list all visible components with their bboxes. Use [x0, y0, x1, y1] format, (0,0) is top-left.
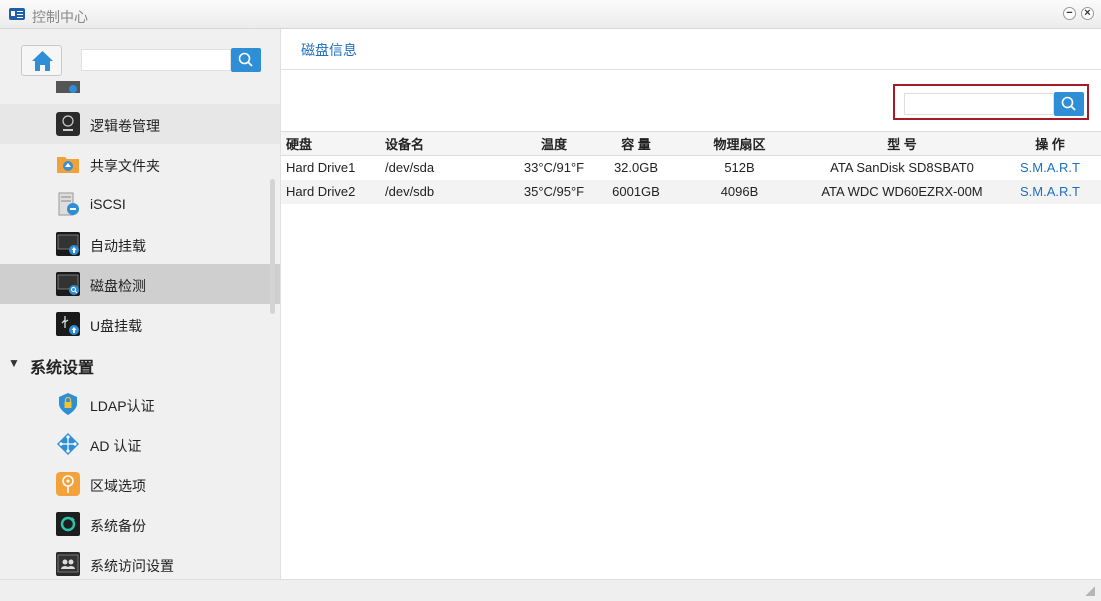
page-title: 磁盘信息 — [301, 42, 357, 58]
disk-table: 硬盘 设备名 温度 容 量 物理扇区 型 号 操 作 Hard Drive1 /… — [281, 131, 1101, 204]
sidebar-item-shared-folder[interactable]: 共享文件夹 — [0, 144, 280, 184]
sidebar-item-label: U盘挂载 — [90, 318, 143, 334]
region-location-icon — [56, 472, 80, 496]
cell-sector: 512B — [724, 160, 755, 176]
table-header-row: 硬盘 设备名 温度 容 量 物理扇区 型 号 操 作 — [281, 131, 1101, 156]
auto-mount-icon — [56, 232, 80, 256]
sidebar-group-label: 系统设置 — [30, 360, 95, 377]
sidebar-search-input[interactable] — [81, 49, 231, 71]
resize-grip-icon[interactable] — [1085, 586, 1095, 596]
system-backup-icon — [56, 512, 80, 536]
sidebar-item-label: 逻辑卷管理 — [90, 118, 160, 134]
column-header-temperature[interactable]: 温度 — [510, 131, 598, 156]
cell-capacity: 6001GB — [598, 179, 674, 204]
sidebar-item-label: AD 认证 — [90, 438, 142, 454]
column-header-disk[interactable]: 硬盘 — [281, 131, 380, 156]
sidebar-item-label: 共享文件夹 — [90, 158, 160, 174]
search-icon — [238, 52, 253, 67]
cell-model: ATA SanDisk SD8SBAT0 — [830, 160, 974, 176]
table-row[interactable]: Hard Drive1 /dev/sda 33°C/91°F 32.0GB 51… — [281, 156, 1101, 180]
cell-disk: Hard Drive1 — [286, 160, 356, 176]
shared-folder-icon — [56, 152, 80, 176]
access-users-icon — [56, 552, 80, 576]
sidebar-item-label: iSCSI — [90, 196, 126, 212]
sidebar-item-label: 自动挂载 — [90, 238, 146, 254]
cell-temperature: 35°C/95°F — [510, 179, 598, 204]
sidebar-item-access[interactable]: 系统访问设置 — [0, 544, 280, 579]
sidebar-group-system-settings[interactable]: ▼ 系统设置 — [0, 344, 280, 384]
sidebar-item-lvm[interactable]: 逻辑卷管理 — [0, 104, 280, 144]
main-panel: 磁盘信息 硬盘 设备名 温度 容 量 物理扇区 型 号 操 作 Hard Dri… — [281, 29, 1101, 579]
sidebar: 逻辑卷管理 共享文件夹 iSCSI 自动挂载 磁盘检测 U盘挂载 ▼ 系统设置 — [0, 29, 281, 579]
sidebar-item-ldap[interactable]: LDAP认证 — [0, 384, 280, 424]
sidebar-item-region[interactable]: 区域选项 — [0, 464, 280, 504]
column-header-action[interactable]: 操 作 — [999, 131, 1101, 156]
sidebar-item-backup[interactable]: 系统备份 — [0, 504, 280, 544]
table-row[interactable]: Hard Drive2 /dev/sdb 35°C/95°F 6001GB 40… — [281, 179, 1101, 204]
disk-search-input[interactable] — [904, 93, 1054, 115]
sidebar-item-usb-mount[interactable]: U盘挂载 — [0, 304, 280, 344]
cell-capacity: 32.0GB — [613, 160, 659, 176]
sidebar-scrollbar[interactable] — [270, 179, 275, 314]
ldap-shield-icon — [56, 392, 80, 416]
cell-temperature: 33°C/91°F — [523, 160, 585, 176]
column-header-capacity[interactable]: 容 量 — [598, 131, 674, 156]
sidebar-item-disk-check[interactable]: 磁盘检测 — [0, 264, 280, 304]
lvm-disk-icon — [56, 112, 80, 136]
cell-disk: Hard Drive2 — [281, 179, 380, 204]
smart-link[interactable]: S.M.A.R.T — [999, 156, 1101, 180]
iscsi-icon — [56, 192, 80, 216]
triangle-down-icon: ▼ — [8, 356, 20, 370]
sidebar-item-partial[interactable] — [0, 75, 280, 97]
cell-device: /dev/sda — [385, 160, 435, 176]
usb-mount-icon — [56, 312, 80, 336]
cell-sector: 4096B — [674, 179, 805, 204]
cell-model: ATA WDC WD60EZRX-00M — [805, 179, 999, 204]
close-button[interactable]: × — [1081, 7, 1094, 20]
sidebar-item-label: 磁盘检测 — [90, 278, 146, 294]
status-bar — [0, 579, 1101, 601]
sidebar-item-auto-mount[interactable]: 自动挂载 — [0, 224, 280, 264]
sidebar-item-ad[interactable]: AD 认证 — [0, 424, 280, 464]
search-highlight-frame — [893, 84, 1089, 120]
column-header-device[interactable]: 设备名 — [380, 131, 510, 156]
minimize-button[interactable]: − — [1063, 7, 1076, 20]
ad-network-icon — [56, 432, 80, 456]
sidebar-search-button[interactable] — [231, 48, 261, 72]
sidebar-item-iscsi[interactable]: iSCSI — [0, 184, 280, 224]
disk-check-icon — [56, 272, 80, 296]
smart-link[interactable]: S.M.A.R.T — [999, 179, 1101, 204]
sidebar-item-label: 区域选项 — [90, 478, 146, 494]
column-header-sector[interactable]: 物理扇区 — [674, 131, 805, 156]
title-bar: 控制中心 − × — [0, 0, 1101, 29]
main-header: 磁盘信息 — [281, 29, 1101, 70]
control-center-icon — [9, 8, 25, 20]
sidebar-item-label: 系统备份 — [90, 518, 146, 534]
disk-search-button[interactable] — [1054, 92, 1084, 116]
sidebar-item-label: LDAP认证 — [90, 398, 155, 414]
home-button[interactable] — [21, 45, 62, 76]
window-title: 控制中心 — [32, 9, 88, 25]
search-icon — [1061, 96, 1076, 111]
column-header-model[interactable]: 型 号 — [805, 131, 999, 156]
cell-device: /dev/sdb — [380, 179, 510, 204]
home-icon — [32, 51, 53, 71]
sidebar-item-label: 系统访问设置 — [90, 558, 174, 574]
disk-icon — [56, 81, 80, 93]
